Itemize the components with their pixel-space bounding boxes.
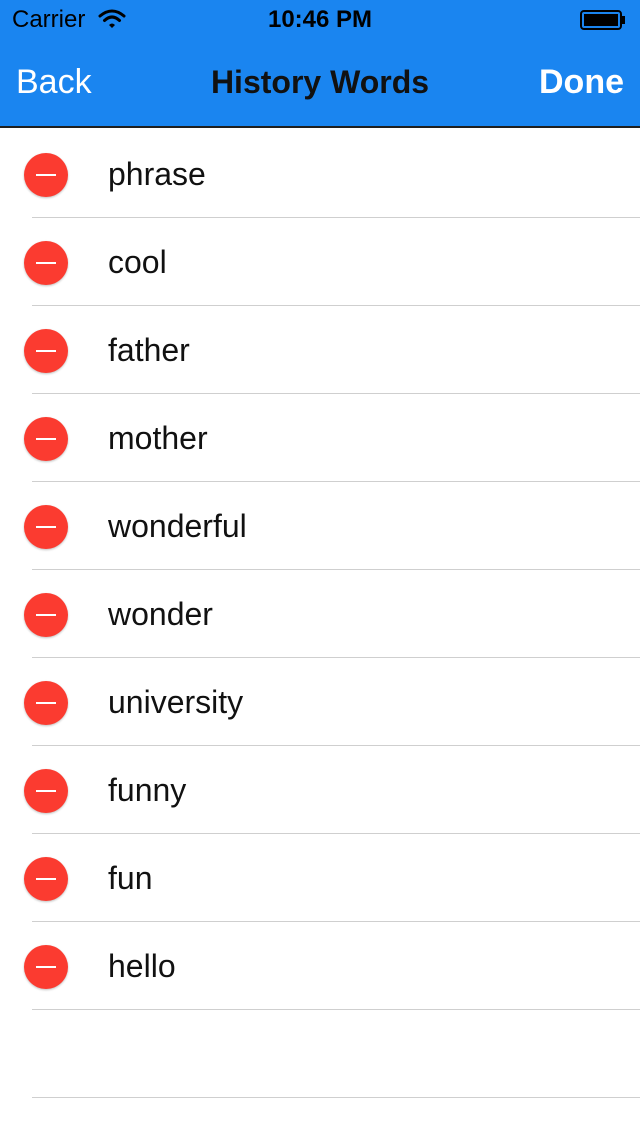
navigation-bar: Back History Words Done	[0, 40, 640, 128]
word-label: phrase	[108, 156, 206, 192]
list-item[interactable]: hello	[0, 922, 640, 1010]
done-button[interactable]: Done	[539, 62, 624, 102]
delete-button[interactable]	[24, 945, 68, 989]
delete-button[interactable]	[24, 417, 68, 461]
delete-button[interactable]	[24, 241, 68, 285]
delete-button[interactable]	[24, 769, 68, 813]
list-item[interactable]: phrase	[0, 130, 640, 218]
battery-icon	[580, 10, 625, 30]
minus-icon	[36, 966, 56, 968]
list-item[interactable]: wonder	[0, 570, 640, 658]
empty-row	[0, 1010, 640, 1098]
status-bar: Carrier 10:46 PM	[0, 0, 640, 40]
list-item[interactable]: cool	[0, 218, 640, 306]
word-label: hello	[108, 948, 176, 984]
minus-icon	[36, 878, 56, 880]
minus-icon	[36, 614, 56, 616]
delete-button[interactable]	[24, 857, 68, 901]
minus-icon	[36, 438, 56, 440]
delete-button[interactable]	[24, 153, 68, 197]
history-words-list: phrase cool father mother wonderful wonder uni…	[0, 130, 640, 1098]
word-label: mother	[108, 420, 208, 456]
list-item[interactable]: university	[0, 658, 640, 746]
list-item[interactable]: wonderful	[0, 482, 640, 570]
minus-icon	[36, 350, 56, 352]
word-label: cool	[108, 244, 167, 280]
minus-icon	[36, 526, 56, 528]
word-label: wonderful	[108, 508, 247, 544]
delete-button[interactable]	[24, 505, 68, 549]
word-label: fun	[108, 860, 153, 896]
delete-button[interactable]	[24, 329, 68, 373]
list-item[interactable]: father	[0, 306, 640, 394]
delete-button[interactable]	[24, 681, 68, 725]
status-time: 10:46 PM	[267, 6, 373, 33]
word-label: wonder	[108, 596, 213, 632]
delete-button[interactable]	[24, 593, 68, 637]
list-item[interactable]: mother	[0, 394, 640, 482]
minus-icon	[36, 262, 56, 264]
list-item[interactable]: fun	[0, 834, 640, 922]
word-label: father	[108, 332, 190, 368]
word-label: university	[108, 684, 244, 720]
minus-icon	[36, 790, 56, 792]
word-label: funny	[108, 772, 187, 808]
minus-icon	[36, 174, 56, 176]
header: Carrier 10:46 PM Back History Words Done	[0, 0, 640, 128]
minus-icon	[36, 702, 56, 704]
list-item[interactable]: funny	[0, 746, 640, 834]
